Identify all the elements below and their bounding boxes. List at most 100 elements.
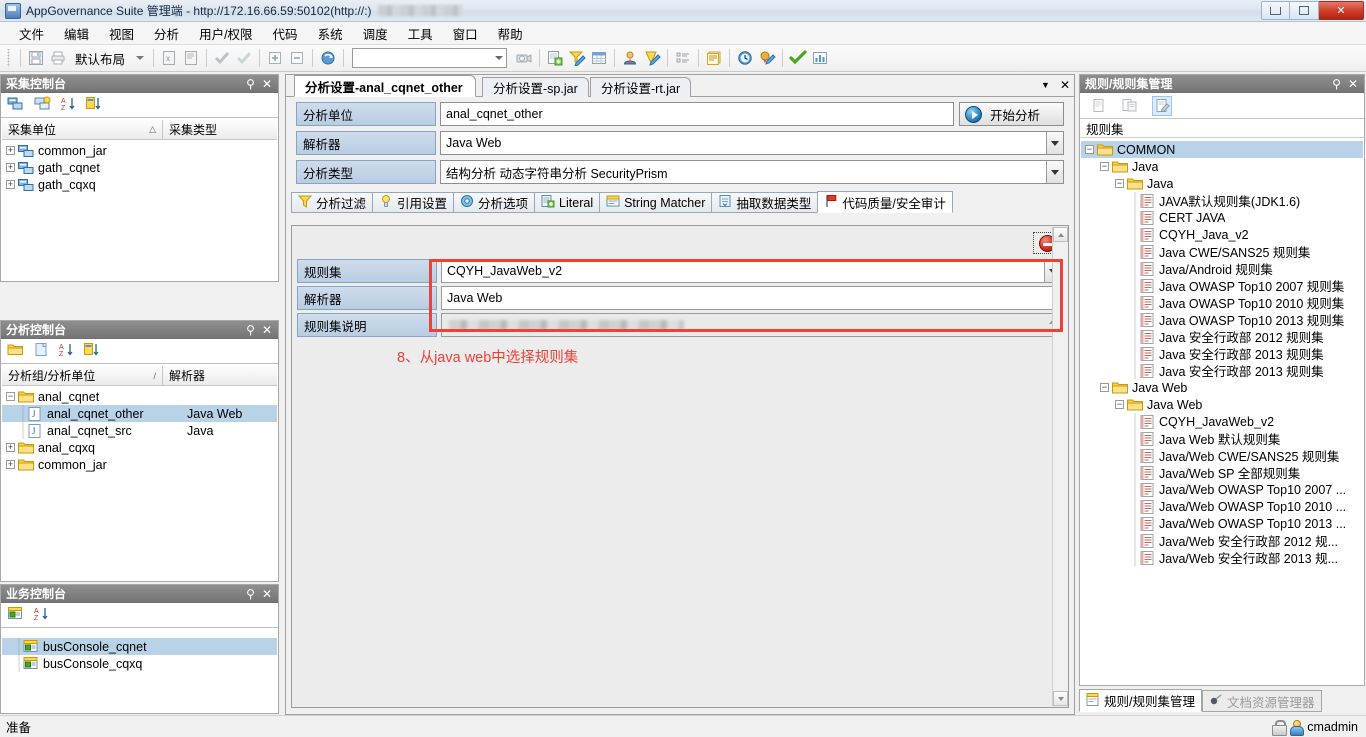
- approve-check-icon[interactable]: [787, 47, 809, 69]
- subtab-extract-data-type[interactable]: 抽取数据类型: [711, 192, 818, 213]
- chart-icon[interactable]: [809, 47, 831, 69]
- folder-icon[interactable]: [7, 342, 24, 360]
- list-icon[interactable]: [672, 47, 694, 69]
- column-analysis-group-unit[interactable]: 分析组/分析单位 /: [2, 366, 162, 385]
- tree-item-anal-cqnet-src[interactable]: J anal_cqnet_src Java: [2, 422, 277, 439]
- tree-item-ruleset[interactable]: Java/Web OWASP Top10 2007 ...: [1081, 481, 1363, 498]
- tree-item-anal-cqnet[interactable]: − anal_cqnet: [2, 388, 277, 405]
- sort-az-icon[interactable]: AZ: [61, 96, 76, 114]
- menu-item-schedule[interactable]: 调度: [354, 21, 397, 46]
- subtab-string-matcher[interactable]: String Matcher: [599, 192, 712, 213]
- minimize-button[interactable]: [1261, 1, 1290, 20]
- tab-rule-management[interactable]: 规则/规则集管理: [1079, 689, 1202, 712]
- new-doc-icon[interactable]: [544, 47, 566, 69]
- tab-analysis-settings-rt-jar[interactable]: 分析设置-rt.jar: [590, 77, 692, 97]
- tree-item-ruleset[interactable]: Java/Web CWE/SANS25 规则集: [1081, 447, 1363, 464]
- expander-icon[interactable]: +: [6, 460, 15, 469]
- tab-analysis-settings-anal-cqnet-other[interactable]: 分析设置-anal_cqnet_other: [294, 75, 476, 97]
- rule-group-icon[interactable]: [1120, 96, 1140, 116]
- chevron-down-icon[interactable]: [1046, 161, 1063, 183]
- pin-icon[interactable]: ⚲: [246, 78, 255, 90]
- close-button[interactable]: ✕: [1319, 1, 1364, 20]
- tree-item-ruleset[interactable]: Java/Web SP 全部规则集: [1081, 464, 1363, 481]
- tree-item-folder[interactable]: − COMMON: [1081, 141, 1363, 158]
- menu-item-code[interactable]: 代码: [264, 21, 307, 46]
- sort-custom-icon[interactable]: [84, 342, 99, 360]
- tree-item-common-jar[interactable]: + common_jar: [2, 456, 277, 473]
- sort-az-icon[interactable]: AZ: [59, 342, 74, 360]
- business-unit-icon[interactable]: [7, 606, 24, 624]
- tree-item-anal-cqnet-other[interactable]: J anal_cqnet_other Java Web: [2, 405, 277, 422]
- expander-icon[interactable]: +: [6, 146, 15, 155]
- sign-icon[interactable]: [756, 47, 778, 69]
- tree-item-ruleset[interactable]: Java/Web OWASP Top10 2010 ...: [1081, 498, 1363, 515]
- tree-item-ruleset[interactable]: Java OWASP Top10 2013 规则集: [1081, 311, 1363, 328]
- tab-document-explorer[interactable]: 文档资源管理器: [1201, 690, 1322, 712]
- rule-new-icon[interactable]: [1088, 96, 1108, 116]
- pin-icon[interactable]: ⚲: [246, 324, 255, 336]
- menu-item-view[interactable]: 视图: [100, 21, 143, 46]
- subtab-literal[interactable]: Literal: [534, 192, 600, 213]
- sort-custom-icon[interactable]: [86, 96, 101, 114]
- scroll-down-button[interactable]: [1053, 691, 1068, 706]
- list-item[interactable]: + gath_cqnet: [2, 159, 277, 176]
- list-item[interactable]: + gath_cqxq: [2, 176, 277, 193]
- expander-icon[interactable]: +: [6, 443, 15, 452]
- expander-icon[interactable]: +: [6, 163, 15, 172]
- analysis-unit-input[interactable]: anal_cqnet_other: [440, 102, 954, 126]
- user-icon[interactable]: [619, 47, 641, 69]
- tree-item-ruleset[interactable]: Java 安全行政部 2013 规则集: [1081, 362, 1363, 379]
- tree-item-folder[interactable]: − Java: [1081, 175, 1363, 192]
- tree-item-ruleset[interactable]: CERT JAVA: [1081, 209, 1363, 226]
- close-icon[interactable]: ✕: [262, 588, 272, 600]
- tree-item-ruleset[interactable]: CQYH_JavaWeb_v2: [1081, 413, 1363, 430]
- chevron-down-icon[interactable]: ▼: [1041, 80, 1050, 90]
- content-scrollbar[interactable]: [1052, 227, 1068, 706]
- toolbar-search-combo[interactable]: [352, 48, 508, 68]
- menu-item-file[interactable]: 文件: [10, 21, 53, 46]
- tree-item-ruleset[interactable]: Java/Android 规则集: [1081, 260, 1363, 277]
- menu-item-help[interactable]: 帮助: [489, 21, 532, 46]
- menu-item-window[interactable]: 窗口: [444, 21, 487, 46]
- tree-item-ruleset[interactable]: Java OWASP Top10 2007 规则集: [1081, 277, 1363, 294]
- copy-collect-icon[interactable]: [34, 96, 51, 114]
- subtab-reference-settings[interactable]: 引用设置: [372, 192, 454, 213]
- tab-analysis-settings-sp-jar[interactable]: 分析设置-sp.jar: [482, 77, 589, 97]
- list-item[interactable]: + common_jar: [2, 142, 277, 159]
- tree-item-ruleset[interactable]: Java 安全行政部 2013 规则集: [1081, 345, 1363, 362]
- report-icon[interactable]: [703, 47, 725, 69]
- subtab-analysis-options[interactable]: 分析选项: [453, 192, 535, 213]
- column-parser[interactable]: 解析器: [162, 366, 277, 385]
- tree-item-folder[interactable]: − Java Web: [1081, 379, 1363, 396]
- clock-icon[interactable]: [734, 47, 756, 69]
- expander-icon[interactable]: +: [6, 180, 15, 189]
- tree-item-anal-cqxq[interactable]: + anal_cqxq: [2, 439, 277, 456]
- tree-item-folder[interactable]: − Java: [1081, 158, 1363, 175]
- tree-item-ruleset[interactable]: Java 安全行政部 2012 规则集: [1081, 328, 1363, 345]
- close-icon[interactable]: ✕: [1348, 78, 1358, 90]
- menu-item-system[interactable]: 系统: [309, 21, 352, 46]
- column-collect-unit[interactable]: 采集单位 △: [2, 120, 162, 139]
- column-collect-type[interactable]: 采集类型: [162, 120, 277, 139]
- edit-filter-icon[interactable]: [566, 47, 588, 69]
- camera-icon[interactable]: [513, 47, 535, 69]
- menu-item-tools[interactable]: 工具: [399, 21, 442, 46]
- tree-item-folder[interactable]: − Java Web: [1081, 396, 1363, 413]
- tree-item-ruleset[interactable]: Java/Web 安全行政部 2012 规...: [1081, 532, 1363, 549]
- tree-item-ruleset[interactable]: JAVA默认规则集(JDK1.6): [1081, 192, 1363, 209]
- subtab-analysis-filter[interactable]: 分析过滤: [291, 192, 373, 213]
- subtab-code-quality-security-audit[interactable]: 代码质量/安全审计: [817, 191, 953, 213]
- tree-item-ruleset[interactable]: Java CWE/SANS25 规则集: [1081, 243, 1363, 260]
- tree-item-ruleset[interactable]: Java/Web OWASP Top10 2013 ...: [1081, 515, 1363, 532]
- new-file-icon[interactable]: [34, 342, 49, 360]
- expander-icon[interactable]: −: [1115, 400, 1124, 409]
- tree-item-ruleset[interactable]: Java Web 默认规则集: [1081, 430, 1363, 447]
- close-icon[interactable]: ✕: [262, 78, 272, 90]
- list-item[interactable]: busConsole_cqxq: [2, 655, 277, 672]
- expander-icon[interactable]: −: [6, 392, 15, 401]
- sort-az-icon[interactable]: AZ: [34, 606, 49, 624]
- pin-icon[interactable]: ⚲: [246, 588, 255, 600]
- tree-item-ruleset[interactable]: Java/Web 安全行政部 2013 规...: [1081, 549, 1363, 566]
- parser-combo[interactable]: Java Web: [440, 131, 1064, 155]
- start-analysis-button[interactable]: 开始分析: [959, 102, 1064, 126]
